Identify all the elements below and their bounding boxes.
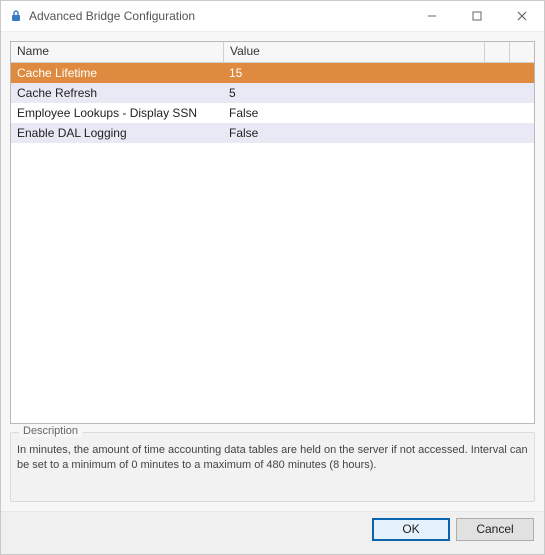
window-controls <box>409 1 544 31</box>
grid-cell-name: Employee Lookups - Display SSN <box>11 106 223 120</box>
grid-cell-name: Cache Refresh <box>11 86 223 100</box>
grid-row[interactable]: Cache Refresh5 <box>11 83 534 103</box>
grid-cell-name: Enable DAL Logging <box>11 126 223 140</box>
column-header-name[interactable]: Name <box>11 42 224 62</box>
ok-button[interactable]: OK <box>372 518 450 541</box>
cancel-button[interactable]: Cancel <box>456 518 534 541</box>
settings-grid[interactable]: Name Value Cache Lifetime15Cache Refresh… <box>10 41 535 424</box>
close-button[interactable] <box>499 1 544 31</box>
content-panel: Name Value Cache Lifetime15Cache Refresh… <box>1 32 544 511</box>
grid-body: Cache Lifetime15Cache Refresh5Employee L… <box>11 63 534 423</box>
lock-icon <box>9 9 23 23</box>
maximize-button[interactable] <box>454 1 499 31</box>
grid-cell-value: 15 <box>223 66 534 80</box>
grid-cell-value: False <box>223 106 534 120</box>
grid-cell-name: Cache Lifetime <box>11 66 223 80</box>
column-header-spacer <box>510 42 534 62</box>
grid-cell-value: 5 <box>223 86 534 100</box>
description-text: In minutes, the amount of time accountin… <box>17 443 528 473</box>
column-header-spacer <box>485 42 510 62</box>
button-bar: OK Cancel <box>1 511 544 554</box>
grid-row[interactable]: Enable DAL LoggingFalse <box>11 123 534 143</box>
description-panel: Description In minutes, the amount of ti… <box>10 432 535 502</box>
minimize-button[interactable] <box>409 1 454 31</box>
column-header-value[interactable]: Value <box>224 42 485 62</box>
grid-row[interactable]: Cache Lifetime15 <box>11 63 534 83</box>
description-legend: Description <box>19 425 82 437</box>
grid-row[interactable]: Employee Lookups - Display SSNFalse <box>11 103 534 123</box>
title-bar: Advanced Bridge Configuration <box>1 1 544 32</box>
grid-header: Name Value <box>11 42 534 63</box>
grid-cell-value: False <box>223 126 534 140</box>
window-title: Advanced Bridge Configuration <box>29 9 195 23</box>
